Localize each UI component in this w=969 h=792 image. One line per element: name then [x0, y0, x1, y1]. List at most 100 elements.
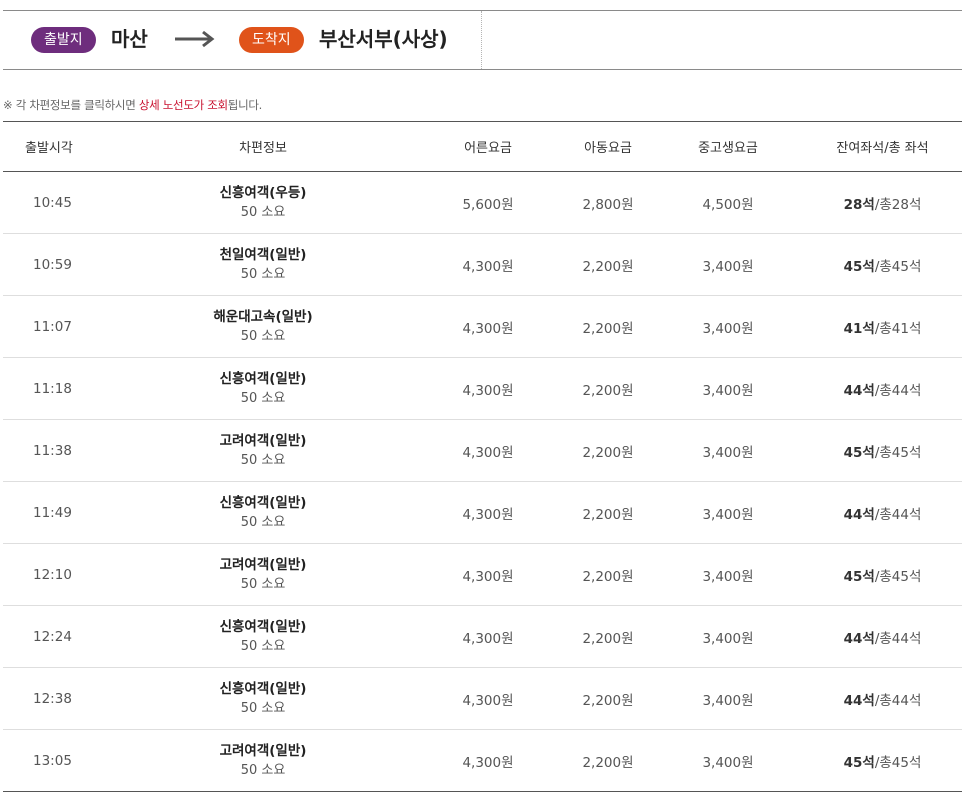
- departure-time: 11:38: [3, 419, 113, 482]
- child-fare: 2,200원: [563, 605, 653, 668]
- trip-duration: 50 소요: [240, 576, 286, 592]
- seats-remaining: 44석: [843, 382, 875, 399]
- adult-fare: 4,300원: [413, 419, 563, 482]
- bus-info-cell[interactable]: 고려여객(일반) 50 소요: [113, 729, 413, 792]
- departure-time: 11:49: [3, 481, 113, 544]
- table-row[interactable]: 12:38 신흥여객(일반) 50 소요 4,300원 2,200원 3,400원 44석/…: [3, 667, 962, 730]
- child-fare: 2,200원: [563, 357, 653, 420]
- departure-time: 10:45: [3, 171, 113, 234]
- student-fare: 3,400원: [653, 233, 803, 296]
- header-adult-fare: 어른요금: [413, 121, 563, 172]
- bus-info-cell[interactable]: 천일여객(일반) 50 소요: [113, 233, 413, 296]
- table-row[interactable]: 12:24 신흥여객(일반) 50 소요 4,300원 2,200원 3,400원 44석/…: [3, 605, 962, 668]
- table-row[interactable]: 11:07 해운대고속(일반) 50 소요 4,300원 2,200원 3,400원 41석…: [3, 295, 962, 358]
- arrival-terminal: 부산서부(사상): [319, 27, 448, 51]
- seats-cell: 41석/총41석: [803, 295, 962, 358]
- departure-terminal: 마산: [111, 27, 148, 51]
- child-fare: 2,200원: [563, 295, 653, 358]
- header-student-fare: 중고생요금: [653, 121, 803, 172]
- bus-company[interactable]: 신흥여객(우등): [114, 183, 412, 203]
- bus-info-cell[interactable]: 신흥여객(우등) 50 소요: [113, 171, 413, 234]
- notice-suffix: 됩니다.: [227, 98, 263, 112]
- table-header-row: 출발시각 차편정보 어른요금 아동요금 중고생요금 잔여좌석/총 좌석: [3, 121, 962, 172]
- table-row[interactable]: 12:10 고려여객(일반) 50 소요 4,300원 2,200원 3,400원 45석/…: [3, 543, 962, 606]
- child-fare: 2,200원: [563, 667, 653, 730]
- student-fare: 3,400원: [653, 605, 803, 668]
- bus-info-cell[interactable]: 신흥여객(일반) 50 소요: [113, 605, 413, 668]
- bus-company[interactable]: 신흥여객(일반): [114, 679, 412, 699]
- table-row[interactable]: 10:59 천일여객(일반) 50 소요 4,300원 2,200원 3,400원 45석/…: [3, 233, 962, 296]
- table-row[interactable]: 10:45 신흥여객(우등) 50 소요 5,600원 2,800원 4,500원 28석/…: [3, 171, 962, 234]
- bus-info-cell[interactable]: 신흥여객(일반) 50 소요: [113, 667, 413, 730]
- seats-remaining: 44석: [843, 630, 875, 647]
- bus-company[interactable]: 해운대고속(일반): [114, 307, 412, 327]
- trip-duration: 50 소요: [240, 204, 286, 220]
- seats-total: /총44석: [874, 382, 922, 399]
- trip-duration: 50 소요: [240, 762, 286, 778]
- seats-cell: 44석/총44석: [803, 667, 962, 730]
- route-info: 출발지 마산 도착지 부산서부(사상): [3, 11, 482, 69]
- seats-remaining: 45석: [843, 754, 875, 771]
- student-fare: 3,400원: [653, 481, 803, 544]
- departure-time: 13:05: [3, 729, 113, 792]
- student-fare: 3,400원: [653, 667, 803, 730]
- bus-company[interactable]: 고려여객(일반): [114, 431, 412, 451]
- header-child-fare: 아동요금: [563, 121, 653, 172]
- trip-duration: 50 소요: [240, 266, 286, 282]
- route-summary: 출발지 마산 도착지 부산서부(사상): [3, 10, 962, 70]
- seats-total: /총45석: [874, 258, 922, 275]
- seats-cell: 44석/총44석: [803, 357, 962, 420]
- bus-info-cell[interactable]: 고려여객(일반) 50 소요: [113, 543, 413, 606]
- table-row[interactable]: 11:38 고려여객(일반) 50 소요 4,300원 2,200원 3,400원 45석/…: [3, 419, 962, 482]
- bus-company[interactable]: 고려여객(일반): [114, 741, 412, 761]
- bus-info-cell[interactable]: 신흥여객(일반) 50 소요: [113, 357, 413, 420]
- seats-cell: 45석/총45석: [803, 419, 962, 482]
- timetable: 출발시각 차편정보 어른요금 아동요금 중고생요금 잔여좌석/총 좌석 10:4…: [3, 121, 962, 792]
- child-fare: 2,200원: [563, 729, 653, 792]
- departure-time: 12:10: [3, 543, 113, 606]
- seats-cell: 44석/총44석: [803, 481, 962, 544]
- adult-fare: 4,300원: [413, 543, 563, 606]
- seats-remaining: 45석: [843, 568, 875, 585]
- bus-company[interactable]: 신흥여객(일반): [114, 369, 412, 389]
- trip-duration: 50 소요: [240, 390, 286, 406]
- trip-duration: 50 소요: [240, 452, 286, 468]
- bus-company[interactable]: 고려여객(일반): [114, 555, 412, 575]
- bus-info-cell[interactable]: 해운대고속(일반) 50 소요: [113, 295, 413, 358]
- departure-time: 10:59: [3, 233, 113, 296]
- trip-duration: 50 소요: [240, 700, 286, 716]
- seats-total: /총45석: [874, 568, 922, 585]
- bus-company[interactable]: 신흥여객(일반): [114, 617, 412, 637]
- table-row[interactable]: 11:18 신흥여객(일반) 50 소요 4,300원 2,200원 3,400원 44석/…: [3, 357, 962, 420]
- table-row[interactable]: 13:05 고려여객(일반) 50 소요 4,300원 2,200원 3,400원 45석/…: [3, 729, 962, 792]
- seats-total: /총45석: [874, 754, 922, 771]
- seats-cell: 45석/총45석: [803, 729, 962, 792]
- seats-cell: 45석/총45석: [803, 543, 962, 606]
- seats-cell: 28석/총28석: [803, 171, 962, 234]
- seats-total: /총44석: [874, 692, 922, 709]
- child-fare: 2,200원: [563, 481, 653, 544]
- seats-remaining: 44석: [843, 692, 875, 709]
- arrow-right-icon: [175, 30, 215, 48]
- seats-cell: 45석/총45석: [803, 233, 962, 296]
- child-fare: 2,800원: [563, 171, 653, 234]
- bus-company[interactable]: 천일여객(일반): [114, 245, 412, 265]
- adult-fare: 4,300원: [413, 667, 563, 730]
- departure-time: 12:38: [3, 667, 113, 730]
- student-fare: 3,400원: [653, 729, 803, 792]
- adult-fare: 4,300원: [413, 605, 563, 668]
- seats-total: /총45석: [874, 444, 922, 461]
- notice-prefix: ※ 각 차편정보를 클릭하시면: [3, 98, 139, 112]
- student-fare: 3,400원: [653, 357, 803, 420]
- bus-company[interactable]: 신흥여객(일반): [114, 493, 412, 513]
- adult-fare: 4,300원: [413, 357, 563, 420]
- trip-duration: 50 소요: [240, 328, 286, 344]
- seats-total: /총28석: [874, 196, 922, 213]
- arrival-badge: 도착지: [239, 27, 304, 53]
- seats-remaining: 44석: [843, 506, 875, 523]
- bus-info-cell[interactable]: 신흥여객(일반) 50 소요: [113, 481, 413, 544]
- trip-duration: 50 소요: [240, 638, 286, 654]
- table-row[interactable]: 11:49 신흥여객(일반) 50 소요 4,300원 2,200원 3,400원 44석/…: [3, 481, 962, 544]
- student-fare: 4,500원: [653, 171, 803, 234]
- bus-info-cell[interactable]: 고려여객(일반) 50 소요: [113, 419, 413, 482]
